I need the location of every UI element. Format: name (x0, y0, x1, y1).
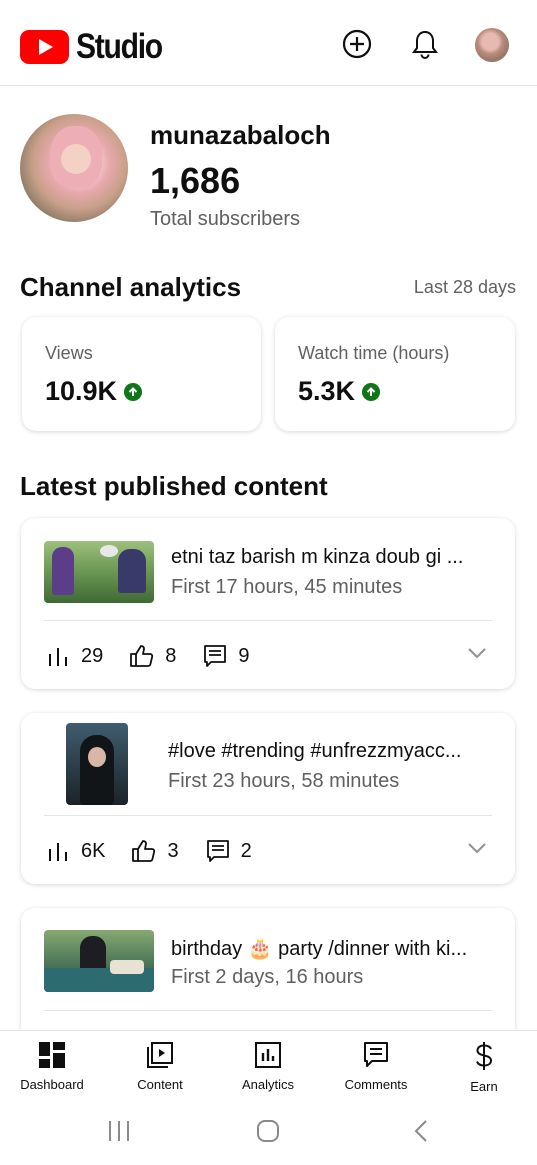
create-icon[interactable] (340, 27, 374, 61)
video-card[interactable]: etni taz barish m kinza doub gi ... Firs… (21, 518, 515, 689)
analytics-range: Last 28 days (413, 277, 516, 297)
likes-metric: 8 (129, 644, 176, 668)
chevron-down-icon[interactable] (467, 841, 487, 859)
video-period: First 17 hours, 45 minutes (171, 576, 403, 598)
thumbs-up-icon (132, 840, 156, 862)
account-avatar[interactable] (475, 28, 509, 62)
bar-chart-icon (49, 648, 67, 666)
recents-button[interactable] (106, 1119, 132, 1148)
channel-name: munazabaloch (150, 120, 331, 150)
youtube-logo-icon (20, 30, 69, 64)
video-period: First 2 days, 16 hours (171, 966, 364, 988)
trend-up-icon (362, 382, 381, 401)
watch-time-card[interactable]: Watch time (hours) 5.3K (275, 317, 515, 431)
channel-avatar[interactable] (20, 114, 128, 222)
comment-icon (204, 645, 227, 667)
comments-count: 2 (240, 839, 252, 862)
bottom-navigation: Dashboard Content Analytics Comments Ear… (0, 1030, 537, 1165)
nav-content[interactable]: Content (110, 1041, 210, 1092)
views-metric: 29 (47, 645, 103, 668)
nav-label: Dashboard (20, 1077, 84, 1092)
nav-label: Comments (344, 1077, 408, 1092)
subscriber-count: 1,686 (150, 160, 241, 201)
nav-label: Content (137, 1077, 183, 1092)
divider (44, 1010, 492, 1011)
bar-chart-icon (49, 843, 67, 861)
back-button[interactable] (412, 1119, 430, 1148)
likes-count: 3 (167, 839, 179, 862)
video-title: etni taz barish m kinza doub gi ... (171, 546, 464, 568)
nav-label: Analytics (241, 1077, 295, 1092)
views-label: Views (45, 343, 93, 363)
earn-icon (476, 1042, 493, 1070)
views-number: 10.9K (45, 376, 118, 406)
trend-up-icon (124, 382, 143, 401)
comments-metric: 9 (202, 643, 250, 669)
chevron-down-icon[interactable] (467, 646, 487, 664)
video-card[interactable]: #love #trending #unfrezzmyacc... First 2… (21, 713, 515, 884)
nav-analytics[interactable]: Analytics (218, 1041, 318, 1092)
nav-label: Earn (470, 1079, 498, 1094)
logo-text: Studio (76, 27, 163, 66)
likes-metric: 3 (131, 839, 179, 863)
home-button[interactable] (256, 1119, 280, 1148)
video-thumbnail[interactable] (44, 541, 154, 603)
comment-icon (206, 840, 229, 862)
video-metrics: 6K 3 2 (47, 837, 278, 865)
system-navigation-bar (0, 1119, 537, 1159)
comments-metric: 2 (205, 838, 252, 864)
analytics-title: Channel analytics (20, 272, 242, 302)
views-value: 10.9K (45, 376, 143, 407)
views-card[interactable]: Views 10.9K (22, 317, 261, 431)
latest-content-title: Latest published content (20, 471, 328, 501)
divider (44, 815, 492, 816)
nav-dashboard[interactable]: Dashboard (2, 1041, 102, 1092)
video-title: #love #trending #unfrezzmyacc... (168, 740, 462, 762)
video-thumbnail[interactable] (44, 930, 154, 992)
video-period: First 23 hours, 58 minutes (168, 770, 400, 792)
views-metric: 6K (47, 840, 105, 863)
notifications-icon[interactable] (408, 27, 442, 61)
video-title: birthday 🎂 party /dinner with ki... (171, 938, 468, 960)
likes-count: 8 (165, 644, 177, 667)
watch-time-number: 5.3K (298, 376, 356, 406)
top-app-bar: Studio (0, 0, 537, 86)
watch-time-label: Watch time (hours) (298, 343, 450, 363)
studio-logo[interactable]: Studio (20, 27, 176, 67)
thumbs-up-icon (130, 645, 154, 667)
watch-time-value: 5.3K (298, 376, 381, 407)
divider (44, 620, 492, 621)
analytics-icon (255, 1042, 281, 1068)
content-icon (147, 1042, 173, 1068)
video-metrics: 29 8 9 (47, 642, 276, 670)
comments-icon (364, 1042, 388, 1067)
nav-comments[interactable]: Comments (326, 1041, 426, 1092)
dashboard-icon (39, 1042, 65, 1068)
views-count: 29 (81, 644, 104, 667)
video-thumbnail[interactable] (66, 723, 128, 805)
views-count: 6K (81, 839, 106, 862)
subscriber-label: Total subscribers (150, 208, 301, 230)
nav-earn[interactable]: Earn (434, 1041, 534, 1094)
comments-count: 9 (238, 644, 250, 667)
